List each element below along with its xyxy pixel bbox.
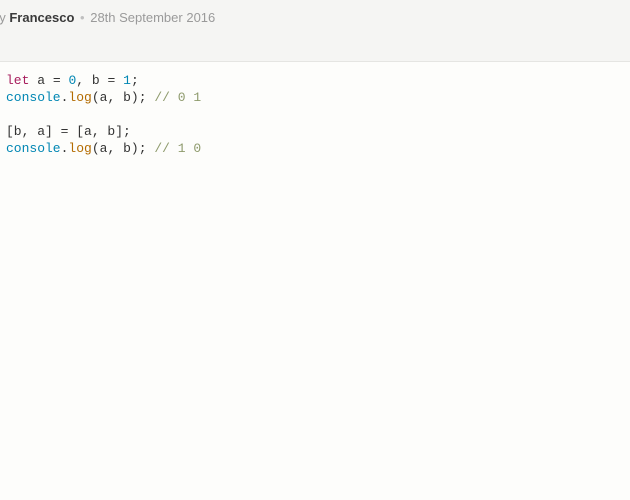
swap-line: [b, a] = [a, b]; bbox=[6, 124, 131, 139]
keyword-let: let bbox=[6, 73, 29, 88]
number-one: 1 bbox=[123, 73, 131, 88]
function-log: log bbox=[68, 90, 91, 105]
punct-rparen: ) bbox=[131, 90, 139, 105]
punct-comma: , bbox=[107, 141, 115, 156]
punct-semi: ; bbox=[131, 73, 139, 88]
comment: // 0 1 bbox=[154, 90, 201, 105]
object-console: console bbox=[6, 141, 61, 156]
punct-semi: ; bbox=[139, 141, 147, 156]
operator-eq: = bbox=[108, 73, 116, 88]
object-console: console bbox=[6, 90, 61, 105]
author-name[interactable]: Francesco bbox=[9, 10, 74, 25]
operator-eq: = bbox=[53, 73, 61, 88]
post-meta-bar: by Francesco • 28th September 2016 bbox=[0, 0, 630, 62]
punct-rparen: ) bbox=[131, 141, 139, 156]
punct-comma: , bbox=[76, 73, 84, 88]
identifier-b: b bbox=[123, 90, 131, 105]
identifier-a: a bbox=[37, 73, 45, 88]
identifier-b: b bbox=[92, 73, 100, 88]
punct-comma: , bbox=[107, 90, 115, 105]
post-meta: by Francesco • 28th September 2016 bbox=[0, 10, 630, 25]
comment: // 1 0 bbox=[154, 141, 201, 156]
identifier-b: b bbox=[123, 141, 131, 156]
by-label: by bbox=[0, 10, 6, 25]
meta-separator: • bbox=[78, 10, 87, 25]
punct-lparen: ( bbox=[92, 90, 100, 105]
punct-semi: ; bbox=[139, 90, 147, 105]
punct-lparen: ( bbox=[92, 141, 100, 156]
post-date: 28th September 2016 bbox=[90, 10, 215, 25]
code-block: let a = 0, b = 1; console.log(a, b); // … bbox=[0, 62, 630, 167]
function-log: log bbox=[68, 141, 91, 156]
